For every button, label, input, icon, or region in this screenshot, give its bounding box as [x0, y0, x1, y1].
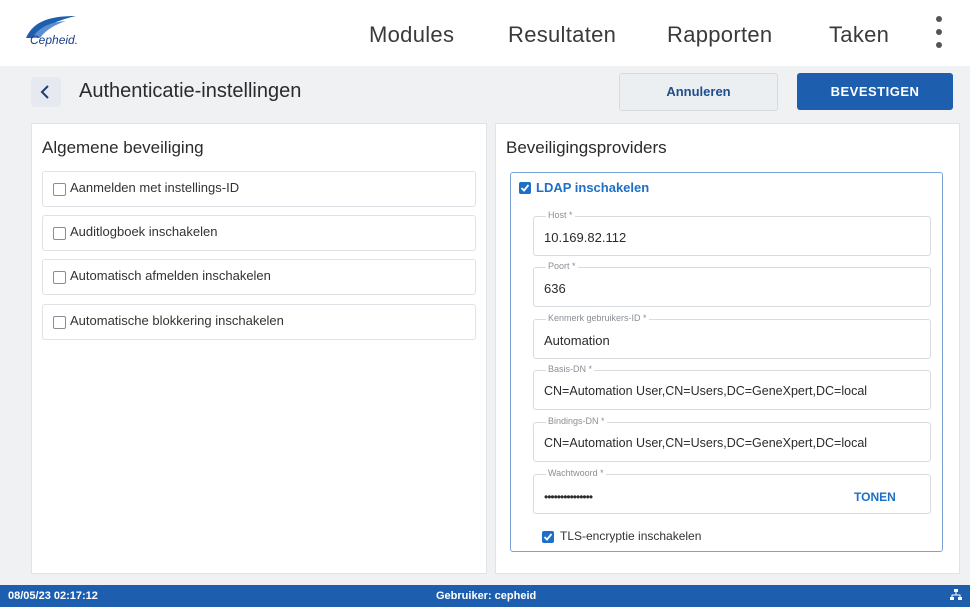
security-providers-heading: Beveiligingsproviders — [506, 138, 667, 157]
page-header: Authenticatie-instellingen Annuleren BEV… — [15, 66, 955, 118]
field-value[interactable]: CN=Automation User,CN=Users,DC=GeneXpert… — [544, 384, 867, 398]
option-label: Automatisch afmelden inschakelen — [70, 268, 271, 283]
top-navigation: Cepheid. Modules Resultaten Rapporten Ta… — [0, 0, 970, 66]
network-icon — [950, 589, 962, 604]
status-bar: 08/05/23 02:17:12 Gebruiker: cepheid — [0, 585, 970, 607]
password-field[interactable]: Wachtwoord * ••••••••••••••• TONEN — [533, 468, 931, 514]
field-value[interactable]: 10.169.82.112 — [544, 230, 626, 245]
nav-modules[interactable]: Modules — [369, 22, 454, 48]
nav-taken[interactable]: Taken — [829, 22, 889, 48]
port-field[interactable]: Poort * 636 — [533, 261, 931, 307]
status-datetime: 08/05/23 02:17:12 — [8, 590, 98, 602]
field-label: Kenmerk gebruikers-ID * — [546, 313, 649, 323]
option-audit-log[interactable]: Auditlogboek inschakelen — [42, 215, 476, 251]
checkbox[interactable] — [53, 183, 66, 196]
nav-resultaten[interactable]: Resultaten — [508, 22, 616, 48]
option-auto-logout[interactable]: Automatisch afmelden inschakelen — [42, 259, 476, 295]
nav-rapporten[interactable]: Rapporten — [667, 22, 772, 48]
cancel-button[interactable]: Annuleren — [619, 73, 778, 111]
security-providers-panel: Beveiligingsproviders LDAP inschakelen H… — [495, 123, 960, 574]
logo-text: Cepheid. — [30, 33, 79, 47]
password-value[interactable]: ••••••••••••••• — [544, 490, 593, 504]
field-value[interactable]: CN=Automation User,CN=Users,DC=GeneXpert… — [544, 436, 867, 450]
option-label: Aanmelden met instellings-ID — [70, 180, 240, 195]
check-icon — [520, 184, 530, 192]
checkbox[interactable] — [53, 316, 66, 329]
more-menu-icon[interactable] — [934, 14, 944, 50]
base-dn-field[interactable]: Basis-DN * CN=Automation User,CN=Users,D… — [533, 364, 931, 410]
field-label: Basis-DN * — [546, 364, 595, 374]
field-value[interactable]: 636 — [544, 281, 566, 296]
checkbox[interactable] — [53, 271, 66, 284]
ldap-checkbox[interactable] — [519, 182, 531, 194]
tls-label[interactable]: TLS-encryptie inschakelen — [560, 529, 701, 543]
back-button[interactable] — [31, 77, 61, 107]
host-field[interactable]: Host * 10.169.82.112 — [533, 210, 931, 256]
show-password-button[interactable]: TONEN — [854, 490, 896, 504]
general-security-panel: Algemene beveiliging Aanmelden met inste… — [31, 123, 487, 574]
field-value[interactable]: Automation — [544, 333, 610, 348]
tls-checkbox[interactable] — [542, 531, 554, 543]
ldap-section: LDAP inschakelen Host * 10.169.82.112 Po… — [510, 172, 943, 552]
page-title: Authenticatie-instellingen — [79, 80, 302, 102]
ldap-label[interactable]: LDAP inschakelen — [536, 180, 649, 195]
field-label: Wachtwoord * — [546, 468, 606, 478]
option-label: Auditlogboek inschakelen — [70, 224, 218, 239]
check-icon — [543, 533, 553, 541]
chevron-left-icon — [40, 85, 49, 99]
option-auto-lock[interactable]: Automatische blokkering inschakelen — [42, 304, 476, 340]
field-label: Bindings-DN * — [546, 416, 607, 426]
confirm-button[interactable]: BEVESTIGEN — [797, 73, 953, 110]
option-label: Automatische blokkering inschakelen — [70, 313, 284, 328]
bind-dn-field[interactable]: Bindings-DN * CN=Automation User,CN=User… — [533, 416, 931, 462]
status-user: Gebruiker: cepheid — [436, 590, 537, 602]
option-login-institution-id[interactable]: Aanmelden met instellings-ID — [42, 171, 476, 207]
field-label: Poort * — [546, 261, 578, 271]
user-id-attribute-field[interactable]: Kenmerk gebruikers-ID * Automation — [533, 313, 931, 359]
field-label: Host * — [546, 210, 575, 220]
general-security-heading: Algemene beveiliging — [42, 138, 204, 157]
checkbox[interactable] — [53, 227, 66, 240]
